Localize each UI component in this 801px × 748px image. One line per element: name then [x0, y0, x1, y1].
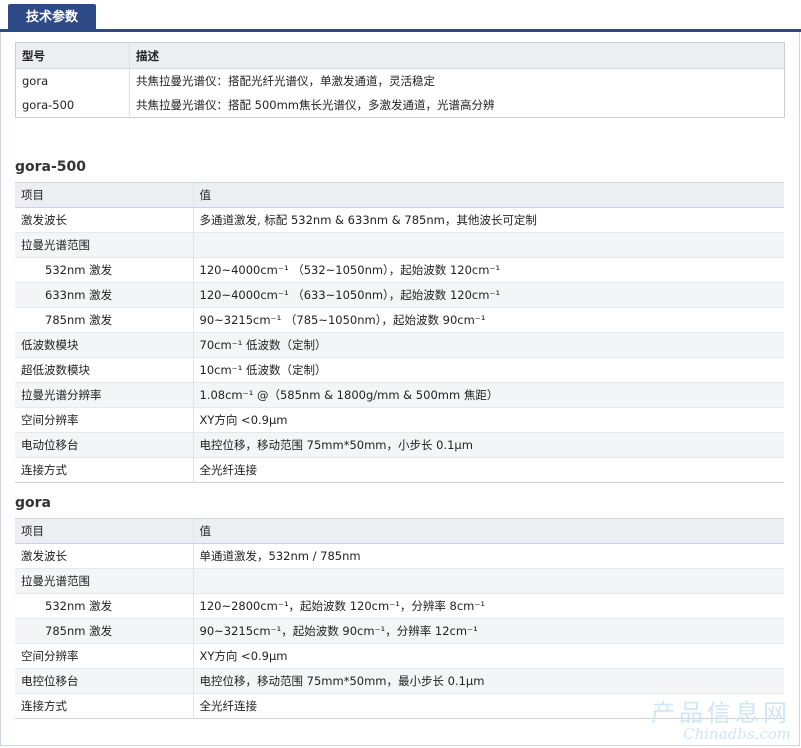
spec-value-cell: XY方向 <0.9μm [193, 643, 784, 669]
model-name-cell: gora [22, 74, 49, 88]
spec-table-gora-500: 项目 值 激发波长 多通道激发, 标配 532nm & 633nm & 785n… [15, 182, 784, 483]
spec-label-cell: 拉曼光谱范围 [15, 232, 194, 258]
model-desc-cell: 共焦拉曼光谱仪：搭配 500mm焦长光谱仪，多激发通道，光谱高分辨 [129, 93, 785, 118]
spec-value-cell: 120~4000cm⁻¹ （633~1050nm），起始波数 120cm⁻¹ [193, 282, 784, 308]
spec-value-cell: 电控位移，移动范围 75mm*50mm，小步长 0.1μm [193, 432, 784, 458]
spec-table-gora: 项目 值 激发波长 单通道激发，532nm / 785nm 拉曼光谱范围 532… [15, 518, 784, 719]
tab-tech-params[interactable]: 技术参数 [8, 4, 96, 32]
table-row: 拉曼光谱范围 [15, 568, 784, 594]
model-table: 型号 描述 gora 共焦拉曼光谱仪：搭配光纤光谱仪，单激发通道，灵活稳定 go… [15, 42, 785, 118]
table-row: 空间分辨率 XY方向 <0.9μm [15, 407, 784, 433]
section-title-gora: gora [15, 495, 51, 511]
watermark-cn: 产品信息网 [651, 699, 791, 727]
table-row: 激发波长 多通道激发, 标配 532nm & 633nm & 785nm，其他波… [15, 207, 784, 233]
spec-label-cell: 633nm 激发 [15, 282, 194, 308]
spec-label-cell: 532nm 激发 [15, 593, 194, 619]
spec-label-cell: 拉曼光谱分辨率 [15, 382, 194, 408]
spec-label-cell: 激发波长 [15, 207, 194, 233]
watermark: 产品信息网 Chinadbs.com [651, 700, 791, 742]
spec-label-cell: 低波数模块 [15, 332, 194, 358]
spec-value-cell: 70cm⁻¹ 低波数（定制） [193, 332, 784, 358]
spec-label-cell: 连接方式 [15, 693, 194, 719]
spec-value-cell: 电控位移，移动范围 75mm*50mm，最小步长 0.1μm [193, 668, 784, 694]
header-cell-item: 项目 [15, 518, 194, 544]
spec-value-cell [193, 232, 784, 258]
table-row: 激发波长 单通道激发，532nm / 785nm [15, 543, 784, 569]
spec-value-cell [193, 568, 784, 594]
tab-bar: 技术参数 [0, 0, 801, 32]
model-name-cell: gora-500 [22, 98, 75, 112]
spec-value-cell: 90~3215cm⁻¹，起始波数 90cm⁻¹，分辨率 12cm⁻¹ [193, 618, 784, 644]
table-row: 633nm 激发 120~4000cm⁻¹ （633~1050nm），起始波数 … [15, 282, 784, 308]
table-row: 785nm 激发 90~3215cm⁻¹ （785~1050nm），起始波数 9… [15, 307, 784, 333]
table-row: 连接方式 全光纤连接 [15, 457, 784, 483]
header-cell-item: 项目 [15, 182, 194, 208]
spec-value-cell: 单通道激发，532nm / 785nm [193, 543, 784, 569]
spec-value-cell: 1.08cm⁻¹ @（585nm & 1800g/mm & 500mm 焦距） [193, 382, 784, 408]
spec-label-cell: 超低波数模块 [15, 357, 194, 383]
table-header-row: 型号 描述 [15, 42, 785, 69]
section-title-gora-500: gora-500 [15, 159, 87, 175]
spec-value-cell: 90~3215cm⁻¹ （785~1050nm），起始波数 90cm⁻¹ [193, 307, 784, 333]
table-row: 532nm 激发 120~2800cm⁻¹，起始波数 120cm⁻¹，分辨率 8… [15, 593, 784, 619]
spec-label-cell: 拉曼光谱范围 [15, 568, 194, 594]
header-cell-model: 型号 [15, 42, 130, 69]
header-cell-value: 值 [193, 182, 784, 208]
spec-value-cell: 120~2800cm⁻¹，起始波数 120cm⁻¹，分辨率 8cm⁻¹ [193, 593, 784, 619]
spec-label-cell: 785nm 激发 [15, 618, 194, 644]
table-row: 拉曼光谱分辨率 1.08cm⁻¹ @（585nm & 1800g/mm & 50… [15, 382, 784, 408]
spec-value-cell: XY方向 <0.9μm [193, 407, 784, 433]
table-row: gora-500 共焦拉曼光谱仪：搭配 500mm焦长光谱仪，多激发通道，光谱高… [16, 93, 785, 118]
header-cell-value: 值 [193, 518, 784, 544]
spec-label-cell: 电控位移台 [15, 668, 194, 694]
table-row: 超低波数模块 10cm⁻¹ 低波数（定制） [15, 357, 784, 383]
table-row: 532nm 激发 120~4000cm⁻¹ （532~1050nm），起始波数 … [15, 257, 784, 283]
table-row: 电动位移台 电控位移，移动范围 75mm*50mm，小步长 0.1μm [15, 432, 784, 458]
table-row: gora 共焦拉曼光谱仪：搭配光纤光谱仪，单激发通道，灵活稳定 [16, 68, 785, 93]
table-row: 低波数模块 70cm⁻¹ 低波数（定制） [15, 332, 784, 358]
spec-value-cell: 10cm⁻¹ 低波数（定制） [193, 357, 784, 383]
spec-label-cell: 激发波长 [15, 543, 194, 569]
table-header-row: 项目 值 [15, 518, 784, 544]
table-row: 785nm 激发 90~3215cm⁻¹，起始波数 90cm⁻¹，分辨率 12c… [15, 618, 784, 644]
spec-label-cell: 785nm 激发 [15, 307, 194, 333]
spec-label-cell: 532nm 激发 [15, 257, 194, 283]
spec-label-cell: 电动位移台 [15, 432, 194, 458]
spec-value-cell: 多通道激发, 标配 532nm & 633nm & 785nm，其他波长可定制 [193, 207, 784, 233]
spec-value-cell: 120~4000cm⁻¹ （532~1050nm），起始波数 120cm⁻¹ [193, 257, 784, 283]
model-desc-cell: 共焦拉曼光谱仪：搭配光纤光谱仪，单激发通道，灵活稳定 [129, 68, 785, 93]
spec-value-cell: 全光纤连接 [193, 457, 784, 483]
header-cell-description: 描述 [129, 42, 785, 69]
table-row: 拉曼光谱范围 [15, 232, 784, 258]
table-row: 空间分辨率 XY方向 <0.9μm [15, 643, 784, 669]
spec-label-cell: 连接方式 [15, 457, 194, 483]
spec-label-cell: 空间分辨率 [15, 407, 194, 433]
watermark-en: Chinadbs.com [683, 725, 791, 743]
table-row: 电控位移台 电控位移，移动范围 75mm*50mm，最小步长 0.1μm [15, 668, 784, 694]
table-header-row: 项目 值 [15, 182, 784, 208]
spec-label-cell: 空间分辨率 [15, 643, 194, 669]
